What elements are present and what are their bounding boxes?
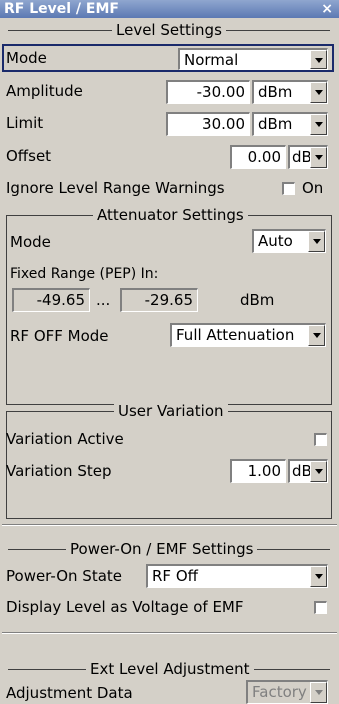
ignore-warnings-on-label: On — [302, 179, 324, 197]
amplitude-unit-select[interactable]: dBm — [252, 80, 328, 104]
attenuator-mode-select[interactable]: Auto — [252, 229, 326, 253]
offset-label: Offset — [6, 147, 52, 165]
limit-input[interactable]: 30.00 — [166, 112, 250, 136]
variation-step-unit-select[interactable]: dB — [288, 459, 328, 483]
power-on-state-value: RF Off — [152, 567, 198, 585]
adjustment-data-label: Adjustment Data — [6, 684, 133, 702]
attenuator-mode-value: Auto — [258, 232, 293, 250]
limit-unit-value: dBm — [258, 115, 293, 133]
power-on-state-label: Power-On State — [6, 567, 123, 585]
variation-step-unit-value: dB — [292, 462, 312, 480]
variation-active-checkbox[interactable] — [314, 433, 327, 446]
ignore-warnings-label: Ignore Level Range Warnings — [6, 179, 225, 197]
adjustment-data-value: Factory — [252, 683, 307, 701]
title-bar: RF Level / EMF × — [0, 0, 339, 18]
fixed-range-label: Fixed Range (PEP) In: — [10, 266, 159, 282]
close-icon[interactable]: × — [321, 0, 333, 18]
dialog-panel: Level Settings Mode Normal Amplitude -30… — [2, 18, 337, 704]
chevron-down-icon[interactable] — [310, 50, 327, 69]
chevron-down-icon[interactable] — [310, 566, 327, 587]
offset-unit-select[interactable]: dB — [288, 145, 328, 169]
level-mode-value: Normal — [184, 51, 239, 69]
power-on-top-divider — [2, 524, 337, 526]
user-variation-legend: User Variation — [114, 402, 228, 420]
level-settings-legend: Level Settings — [112, 21, 226, 39]
display-emf-label: Display Level as Voltage of EMF — [6, 598, 244, 616]
attenuator-settings-legend: Attenuator Settings — [93, 206, 248, 224]
chevron-down-icon[interactable] — [310, 682, 327, 703]
variation-step-input[interactable]: 1.00 — [230, 459, 286, 483]
variation-active-label: Variation Active — [6, 430, 124, 448]
display-emf-checkbox[interactable] — [314, 601, 327, 614]
adjustment-data-select[interactable]: Factory — [246, 680, 328, 704]
power-on-state-select[interactable]: RF Off — [146, 564, 328, 588]
amplitude-input[interactable]: -30.00 — [166, 80, 250, 104]
amplitude-unit-value: dBm — [258, 83, 293, 101]
rf-off-mode-label: RF OFF Mode — [10, 327, 109, 345]
ext-level-top-divider — [2, 632, 337, 634]
chevron-down-icon[interactable] — [308, 325, 325, 346]
offset-unit-value: dB — [292, 148, 312, 166]
limit-label: Limit — [6, 114, 44, 132]
chevron-down-icon[interactable] — [310, 82, 327, 103]
chevron-down-icon[interactable] — [310, 147, 327, 168]
range-max-field: -29.65 — [120, 288, 198, 312]
variation-step-label: Variation Step — [6, 462, 112, 480]
mode-label: Mode — [6, 49, 47, 67]
rf-off-mode-value: Full Attenuation — [176, 326, 295, 344]
amplitude-label: Amplitude — [6, 82, 83, 100]
offset-input[interactable]: 0.00 — [230, 145, 286, 169]
power-on-legend: Power-On / EMF Settings — [66, 540, 258, 558]
chevron-down-icon[interactable] — [310, 461, 327, 482]
limit-unit-select[interactable]: dBm — [252, 112, 328, 136]
ext-level-legend: Ext Level Adjustment — [86, 660, 254, 678]
attenuator-mode-label: Mode — [10, 233, 51, 251]
rf-off-mode-select[interactable]: Full Attenuation — [170, 323, 326, 347]
window-title: RF Level / EMF — [4, 1, 119, 17]
chevron-down-icon[interactable] — [308, 231, 325, 252]
range-separator: ... — [96, 291, 111, 309]
ignore-warnings-checkbox[interactable] — [282, 182, 295, 195]
range-unit-label: dBm — [240, 291, 275, 309]
chevron-down-icon[interactable] — [310, 114, 327, 135]
range-min-field: -49.65 — [12, 288, 90, 312]
level-mode-select[interactable]: Normal — [178, 48, 328, 70]
